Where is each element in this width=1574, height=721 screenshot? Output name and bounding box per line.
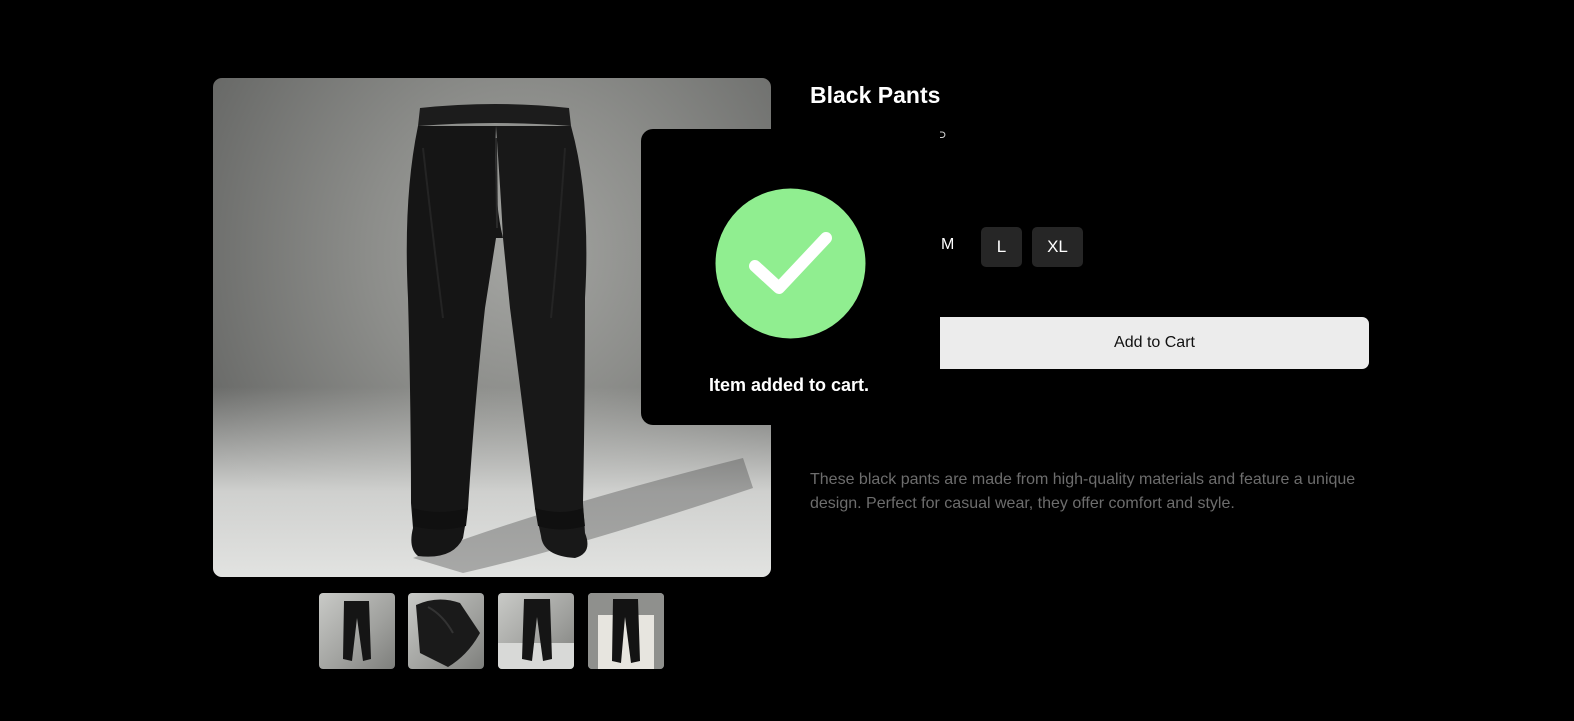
product-title: Black Pants [810,82,941,108]
pants-studio-thumb-icon [588,593,664,669]
thumbnail-3[interactable] [498,593,574,669]
toast-message: Item added to cart. [708,375,870,395]
size-option-xl[interactable]: XL [1032,227,1083,267]
pants-folded-thumb-icon [416,599,480,667]
product-page: Black Pants ⊃ M L XL Add to Cart These b… [0,0,1574,721]
checkmark-icon [715,188,866,339]
product-description: These black pants are made from high-qua… [810,471,1356,512]
size-option-m[interactable]: M [941,236,954,254]
size-option-l[interactable]: L [981,227,1022,267]
thumbnail-2[interactable] [408,593,484,669]
thumbnail-1[interactable] [319,593,395,669]
thumbnail-strip [319,593,665,669]
add-to-cart-label: Add to Cart [1114,334,1195,351]
add-to-cart-button[interactable]: Add to Cart [940,317,1369,369]
cart-toast: Item added to cart. [641,129,940,425]
pants-standing-thumb-icon [498,599,574,669]
thumbnail-4[interactable] [588,593,664,669]
pants-front-thumb-icon [343,601,371,661]
